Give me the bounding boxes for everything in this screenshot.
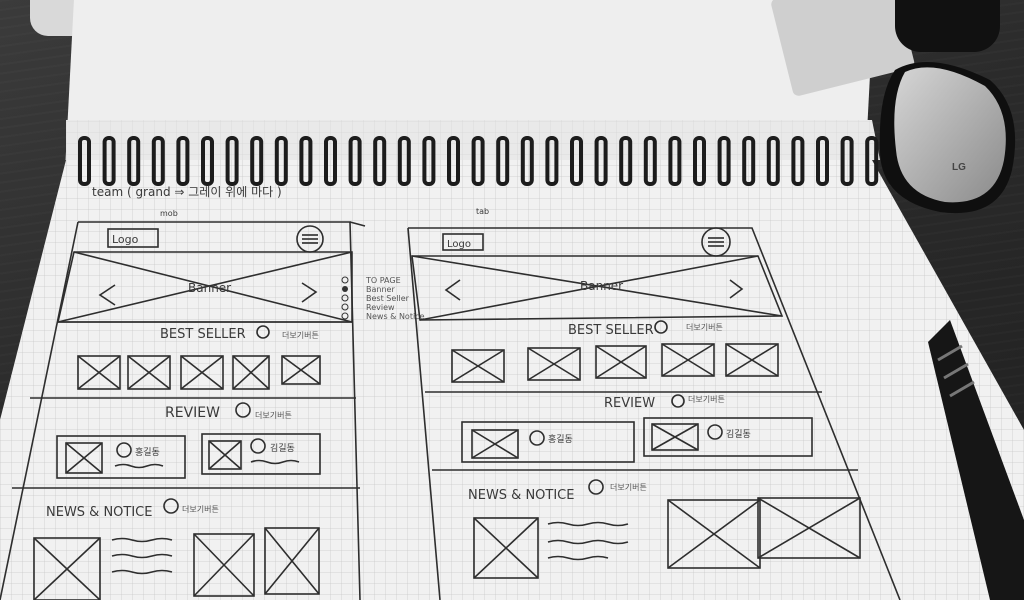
menu-item-5: News & Notice bbox=[366, 312, 425, 321]
mob-logo-text: Logo bbox=[112, 233, 139, 246]
more-note-2: 더보기버튼 bbox=[255, 410, 292, 420]
mob-news-title: NEWS & NOTICE bbox=[46, 505, 152, 520]
mob-review-name-1: 홍길동 bbox=[135, 446, 160, 458]
menu-item-4: Review bbox=[366, 303, 395, 312]
tab-best-seller-title: BEST SELLER bbox=[568, 323, 654, 338]
tab-news-title: NEWS & NOTICE bbox=[468, 488, 574, 503]
mob-review-title: REVIEW bbox=[165, 405, 220, 421]
more-note-3: 더보기버튼 bbox=[182, 504, 219, 514]
tab-logo-text: Logo bbox=[447, 239, 471, 250]
mob-best-seller-title: BEST SELLER bbox=[160, 327, 246, 342]
tab-review-name-2: 김길동 bbox=[726, 428, 751, 440]
tab-review-title: REVIEW bbox=[604, 396, 655, 411]
mouse-brand-logo: LG bbox=[952, 162, 966, 173]
more-note-5: 더보기버튼 bbox=[688, 394, 725, 404]
photo-scene: team ( grand ⇒ 그레이 위에 마다 ) mob tab Logo … bbox=[0, 0, 1024, 600]
more-note-6: 더보기버튼 bbox=[610, 482, 647, 492]
mob-label: mob bbox=[160, 209, 178, 218]
tab-banner-text: Banner bbox=[580, 279, 623, 293]
team-note: team ( grand ⇒ 그레이 위에 마다 ) bbox=[92, 185, 282, 199]
menu-item-2: Banner bbox=[366, 285, 395, 294]
tab-review-name-1: 홍길동 bbox=[548, 433, 573, 445]
tab-label: tab bbox=[476, 207, 489, 216]
more-note-4: 더보기버튼 bbox=[686, 322, 723, 332]
more-note-1: 더보기버튼 bbox=[282, 330, 319, 340]
notebook-sketch: team ( grand ⇒ 그레이 위에 마다 ) mob tab Logo … bbox=[0, 62, 1024, 600]
mob-banner-text: Banner bbox=[188, 281, 231, 295]
menu-item-3: Best Seller bbox=[366, 294, 410, 303]
menu-item-1: TO PAGE bbox=[365, 276, 401, 285]
mob-review-name-2: 김길동 bbox=[270, 442, 295, 454]
mouse-icon: LG bbox=[879, 62, 1016, 214]
